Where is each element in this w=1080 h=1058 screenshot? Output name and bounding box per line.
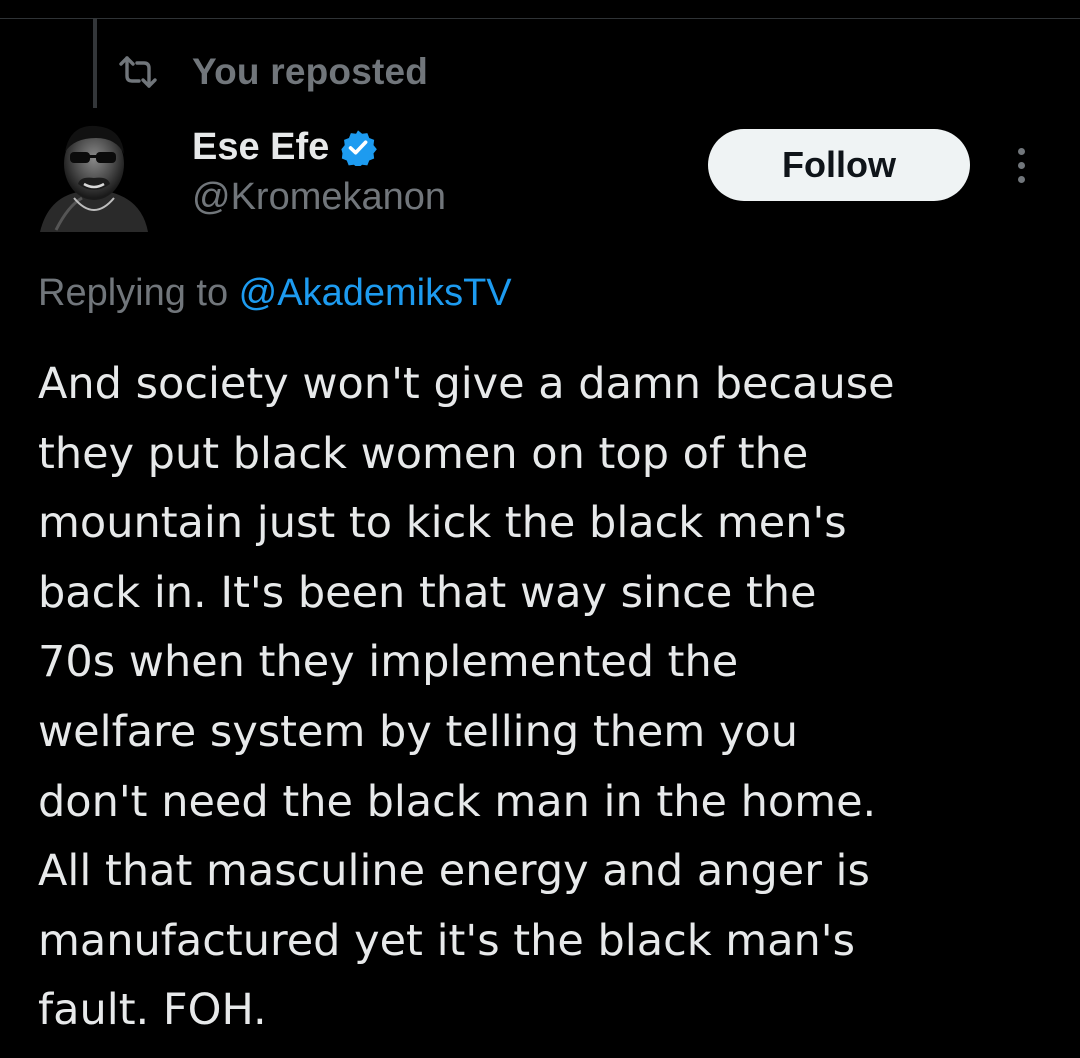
author-handle[interactable]: @Kromekanon	[192, 176, 446, 219]
author-display-name[interactable]: Ese Efe	[192, 126, 329, 169]
verified-badge-icon	[339, 128, 378, 166]
tweet-text-line: mountain just to kick the black men's	[38, 498, 847, 549]
avatar[interactable]	[38, 112, 150, 232]
replying-to-context: Replying to @AkademiksTV	[38, 272, 512, 315]
tweet-text-line: welfare system by telling them you	[38, 706, 798, 757]
reply-mention-link[interactable]: @AkademiksTV	[239, 272, 512, 314]
repost-context: You reposted	[118, 50, 428, 94]
more-vertical-icon	[1017, 147, 1025, 155]
tweet-text-line: they put black women on top of the	[38, 428, 809, 479]
tweet-text-line: don't need the black man in the home.	[38, 776, 877, 827]
thread-connector-line	[93, 18, 97, 108]
tweet-text-line: manufactured yet it's the black man's	[38, 915, 856, 966]
follow-button[interactable]: Follow	[708, 129, 970, 201]
more-options-button[interactable]	[1004, 140, 1038, 190]
replying-to-label: Replying to	[38, 272, 239, 314]
tweet-text-line: All that masculine energy and anger is	[38, 846, 870, 897]
repost-icon	[118, 55, 158, 89]
tweet-text-line: fault. FOH.	[38, 985, 267, 1036]
repost-label: You reposted	[192, 51, 429, 92]
author-name-row: Ese Efe	[192, 122, 378, 172]
tweet-text: And society won't give a damn because th…	[38, 350, 1048, 1046]
top-divider	[0, 18, 1080, 19]
tweet-text-line: back in. It's been that way since the	[38, 567, 817, 618]
tweet-text-line: 70s when they implemented the	[38, 637, 739, 688]
tweet-text-line: And society won't give a damn because	[38, 359, 895, 409]
